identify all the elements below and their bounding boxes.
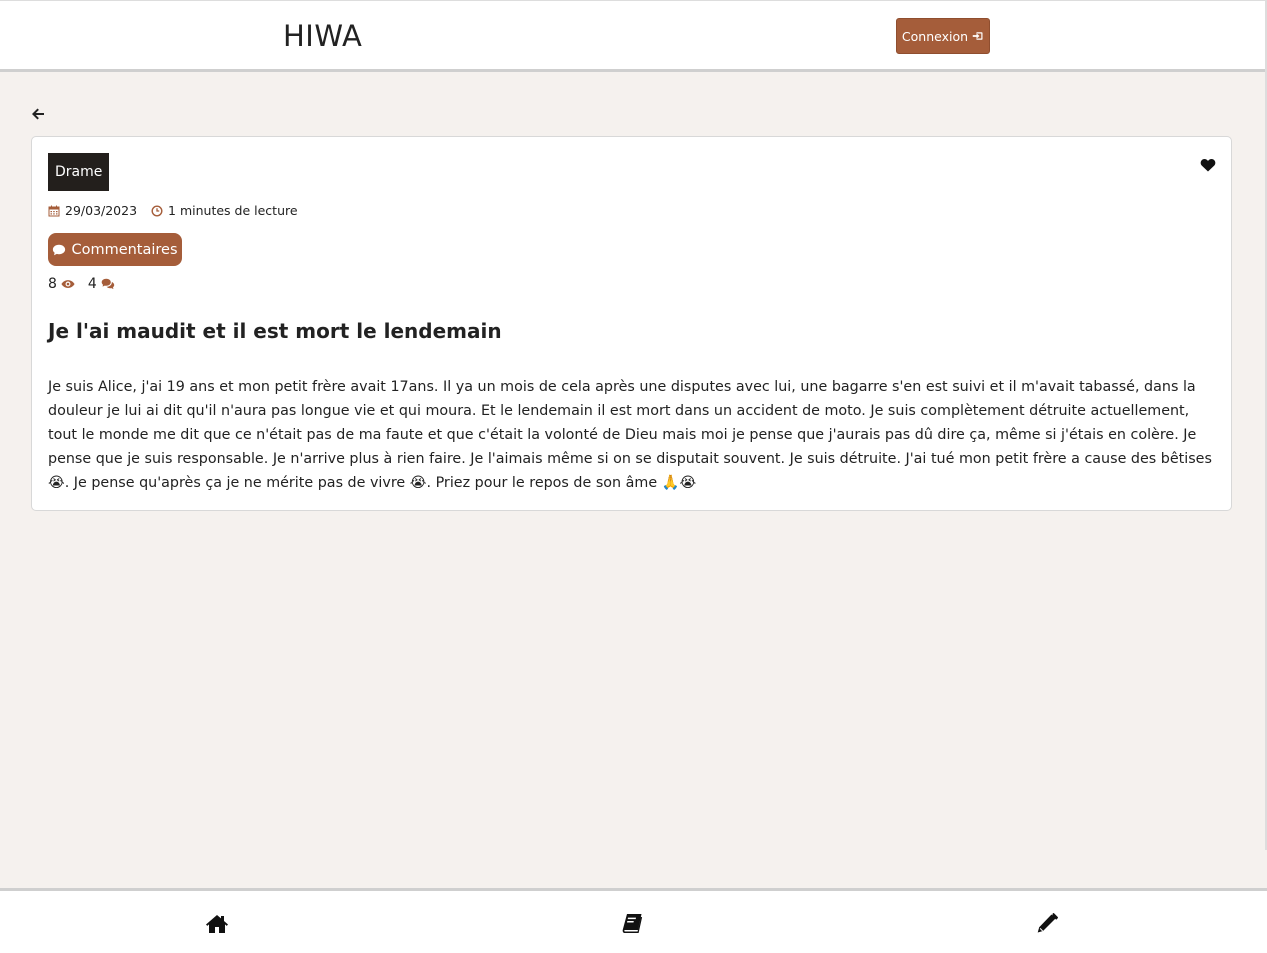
reading-time-text: 1 minutes de lecture xyxy=(168,203,298,218)
post-date-text: 29/03/2023 xyxy=(65,203,138,218)
favorite-button[interactable] xyxy=(1200,157,1216,173)
brand-logo[interactable]: HIWA xyxy=(283,19,362,53)
post-card: Drame 29/03/2023 1 minutes de lecture Co… xyxy=(31,136,1232,511)
comments-button-label: Commentaires xyxy=(71,241,178,258)
bottom-navbar xyxy=(0,888,1267,953)
comments-button[interactable]: Commentaires xyxy=(48,233,182,266)
home-icon xyxy=(206,915,228,933)
post-title: Je l'ai maudit et il est mort le lendema… xyxy=(48,319,502,343)
top-navbar: HIWA Connexion xyxy=(0,0,1265,72)
arrow-left-icon xyxy=(32,108,44,120)
clock-icon xyxy=(151,204,163,217)
sign-in-icon xyxy=(972,32,983,40)
post-meta: 29/03/2023 1 minutes de lecture xyxy=(48,203,312,218)
comments-icon xyxy=(101,278,115,290)
eye-icon xyxy=(61,280,75,288)
nav-write-button[interactable] xyxy=(1035,913,1059,935)
heart-icon xyxy=(1200,158,1216,172)
book-icon xyxy=(622,914,643,933)
comments-count-value: 4 xyxy=(87,276,97,292)
views-count: 8 xyxy=(48,276,75,292)
post-body: Je suis Alice, j'ai 19 ans et mon petit … xyxy=(48,379,1212,491)
reading-time: 1 minutes de lecture xyxy=(151,203,298,218)
calendar-icon xyxy=(48,205,60,217)
post-date: 29/03/2023 xyxy=(48,203,137,218)
back-button[interactable] xyxy=(30,106,46,122)
login-button[interactable]: Connexion xyxy=(896,18,990,54)
login-button-label: Connexion xyxy=(901,28,969,44)
category-badge[interactable]: Drame xyxy=(48,153,110,191)
pencil-icon xyxy=(1037,913,1058,933)
comments-count: 4 xyxy=(88,276,115,292)
views-count-value: 8 xyxy=(48,276,57,292)
comment-icon xyxy=(53,244,66,255)
nav-home-button[interactable] xyxy=(205,913,229,935)
nav-stories-button[interactable] xyxy=(620,913,644,935)
post-stats: 8 4 xyxy=(48,276,128,292)
